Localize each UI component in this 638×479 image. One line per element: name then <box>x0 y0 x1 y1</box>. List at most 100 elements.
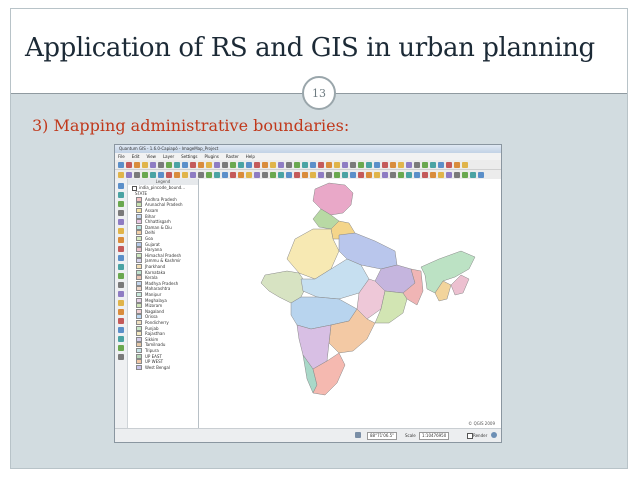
toolbar-button-icon[interactable] <box>366 161 372 168</box>
toolbar-button-icon[interactable] <box>294 171 300 178</box>
toolbar-button-icon[interactable] <box>222 171 228 178</box>
layer-tool-icon[interactable] <box>118 264 124 270</box>
toolbar-button-icon[interactable] <box>406 171 412 178</box>
toolbar-button-icon[interactable] <box>390 171 396 178</box>
layer-tool-icon[interactable] <box>118 255 124 261</box>
toolbar-button-icon[interactable] <box>126 171 132 178</box>
toolbar-button-icon[interactable] <box>366 171 372 178</box>
toolbar-button-icon[interactable] <box>150 171 156 178</box>
toolbar-button-icon[interactable] <box>430 171 436 178</box>
toolbar-button-icon[interactable] <box>142 161 148 168</box>
layer-tool-icon[interactable] <box>118 237 124 243</box>
toolbar-button-icon[interactable] <box>222 161 228 168</box>
toolbar-button-icon[interactable] <box>198 161 204 168</box>
layer-tool-icon[interactable] <box>118 309 124 315</box>
toolbar-button-icon[interactable] <box>326 161 332 168</box>
toolbar-button-icon[interactable] <box>302 161 308 168</box>
toolbar-button-icon[interactable] <box>214 161 220 168</box>
menu-item[interactable]: Help <box>246 153 255 160</box>
layer-tool-icon[interactable] <box>118 192 124 198</box>
toolbar-button-icon[interactable] <box>142 171 148 178</box>
toolbar-button-icon[interactable] <box>326 171 332 178</box>
toolbar-button-icon[interactable] <box>278 161 284 168</box>
toolbar-button-icon[interactable] <box>438 171 444 178</box>
toolbar-button-icon[interactable] <box>406 161 412 168</box>
toolbar-button-icon[interactable] <box>182 161 188 168</box>
menu-item[interactable]: Settings <box>181 153 197 160</box>
toolbar-button-icon[interactable] <box>206 171 212 178</box>
toolbar-button-icon[interactable] <box>318 161 324 168</box>
toolbar-button-icon[interactable] <box>166 161 172 168</box>
toolbar-button-icon[interactable] <box>118 161 124 168</box>
toolbar-button-icon[interactable] <box>374 161 380 168</box>
toolbar-button-icon[interactable] <box>462 171 468 178</box>
toolbar-button-icon[interactable] <box>462 161 468 168</box>
toolbar-button-icon[interactable] <box>150 161 156 168</box>
toolbar-button-icon[interactable] <box>414 161 420 168</box>
toolbar-button-icon[interactable] <box>246 171 252 178</box>
toolbar-button-icon[interactable] <box>398 171 404 178</box>
toolbar-button-icon[interactable] <box>310 161 316 168</box>
toolbar-button-icon[interactable] <box>174 161 180 168</box>
layer-tool-icon[interactable] <box>118 228 124 234</box>
toolbar-button-icon[interactable] <box>422 171 428 178</box>
toolbar-button-icon[interactable] <box>118 171 124 178</box>
toolbar-button-icon[interactable] <box>438 161 444 168</box>
menu-item[interactable]: Plugins <box>205 153 219 160</box>
toolbar-button-icon[interactable] <box>318 171 324 178</box>
toolbar-button-icon[interactable] <box>254 171 260 178</box>
toolbar-button-icon[interactable] <box>350 161 356 168</box>
toolbar-button-icon[interactable] <box>262 171 268 178</box>
menu-item[interactable]: Raster <box>226 153 239 160</box>
layer-tool-icon[interactable] <box>118 300 124 306</box>
toolbar-button-icon[interactable] <box>254 161 260 168</box>
layer-tool-icon[interactable] <box>118 291 124 297</box>
layer-tool-icon[interactable] <box>118 354 124 360</box>
menu-item[interactable]: File <box>118 153 125 160</box>
toolbar-button-icon[interactable] <box>134 161 140 168</box>
toolbar-button-icon[interactable] <box>206 161 212 168</box>
toolbar-button-icon[interactable] <box>374 171 380 178</box>
toolbar-button-icon[interactable] <box>190 171 196 178</box>
toolbar-button-icon[interactable] <box>382 161 388 168</box>
toolbar-button-icon[interactable] <box>238 171 244 178</box>
map-canvas[interactable]: © QGIS 2009 <box>199 179 501 429</box>
toolbar-button-icon[interactable] <box>358 161 364 168</box>
toolbar-button-icon[interactable] <box>414 171 420 178</box>
toolbar-button-icon[interactable] <box>166 171 172 178</box>
layer-tool-icon[interactable] <box>118 246 124 252</box>
toolbar-button-icon[interactable] <box>398 161 404 168</box>
toolbar-button-icon[interactable] <box>446 161 452 168</box>
layer-tool-icon[interactable] <box>118 345 124 351</box>
menu-item[interactable]: Edit <box>132 153 140 160</box>
toolbar-button-icon[interactable] <box>294 161 300 168</box>
toolbar-button-icon[interactable] <box>270 171 276 178</box>
toolbar-button-icon[interactable] <box>238 161 244 168</box>
toolbar-button-icon[interactable] <box>158 171 164 178</box>
layer-tool-icon[interactable] <box>118 183 124 189</box>
toolbar-button-icon[interactable] <box>302 171 308 178</box>
toolbar-button-icon[interactable] <box>342 171 348 178</box>
layer-tool-icon[interactable] <box>118 336 124 342</box>
toolbar-button-icon[interactable] <box>334 171 340 178</box>
toolbar-button-icon[interactable] <box>286 171 292 178</box>
layer-checkbox-icon[interactable] <box>132 185 137 191</box>
toolbar-button-icon[interactable] <box>470 171 476 178</box>
menu-item[interactable]: View <box>146 153 156 160</box>
toolbar-button-icon[interactable] <box>286 161 292 168</box>
toolbar-button-icon[interactable] <box>126 161 132 168</box>
crs-icon[interactable] <box>491 432 497 438</box>
layer-tool-icon[interactable] <box>118 219 124 225</box>
toolbar-button-icon[interactable] <box>246 161 252 168</box>
menu-item[interactable]: Layer <box>163 153 174 160</box>
toolbar-button-icon[interactable] <box>446 171 452 178</box>
layer-tool-icon[interactable] <box>118 201 124 207</box>
toolbar-button-icon[interactable] <box>358 171 364 178</box>
toolbar-button-icon[interactable] <box>310 171 316 178</box>
layer-tool-icon[interactable] <box>118 318 124 324</box>
toolbar-button-icon[interactable] <box>230 171 236 178</box>
toolbar-button-icon[interactable] <box>430 161 436 168</box>
layer-tool-icon[interactable] <box>118 282 124 288</box>
toolbar-button-icon[interactable] <box>422 161 428 168</box>
toolbar-button-icon[interactable] <box>382 171 388 178</box>
